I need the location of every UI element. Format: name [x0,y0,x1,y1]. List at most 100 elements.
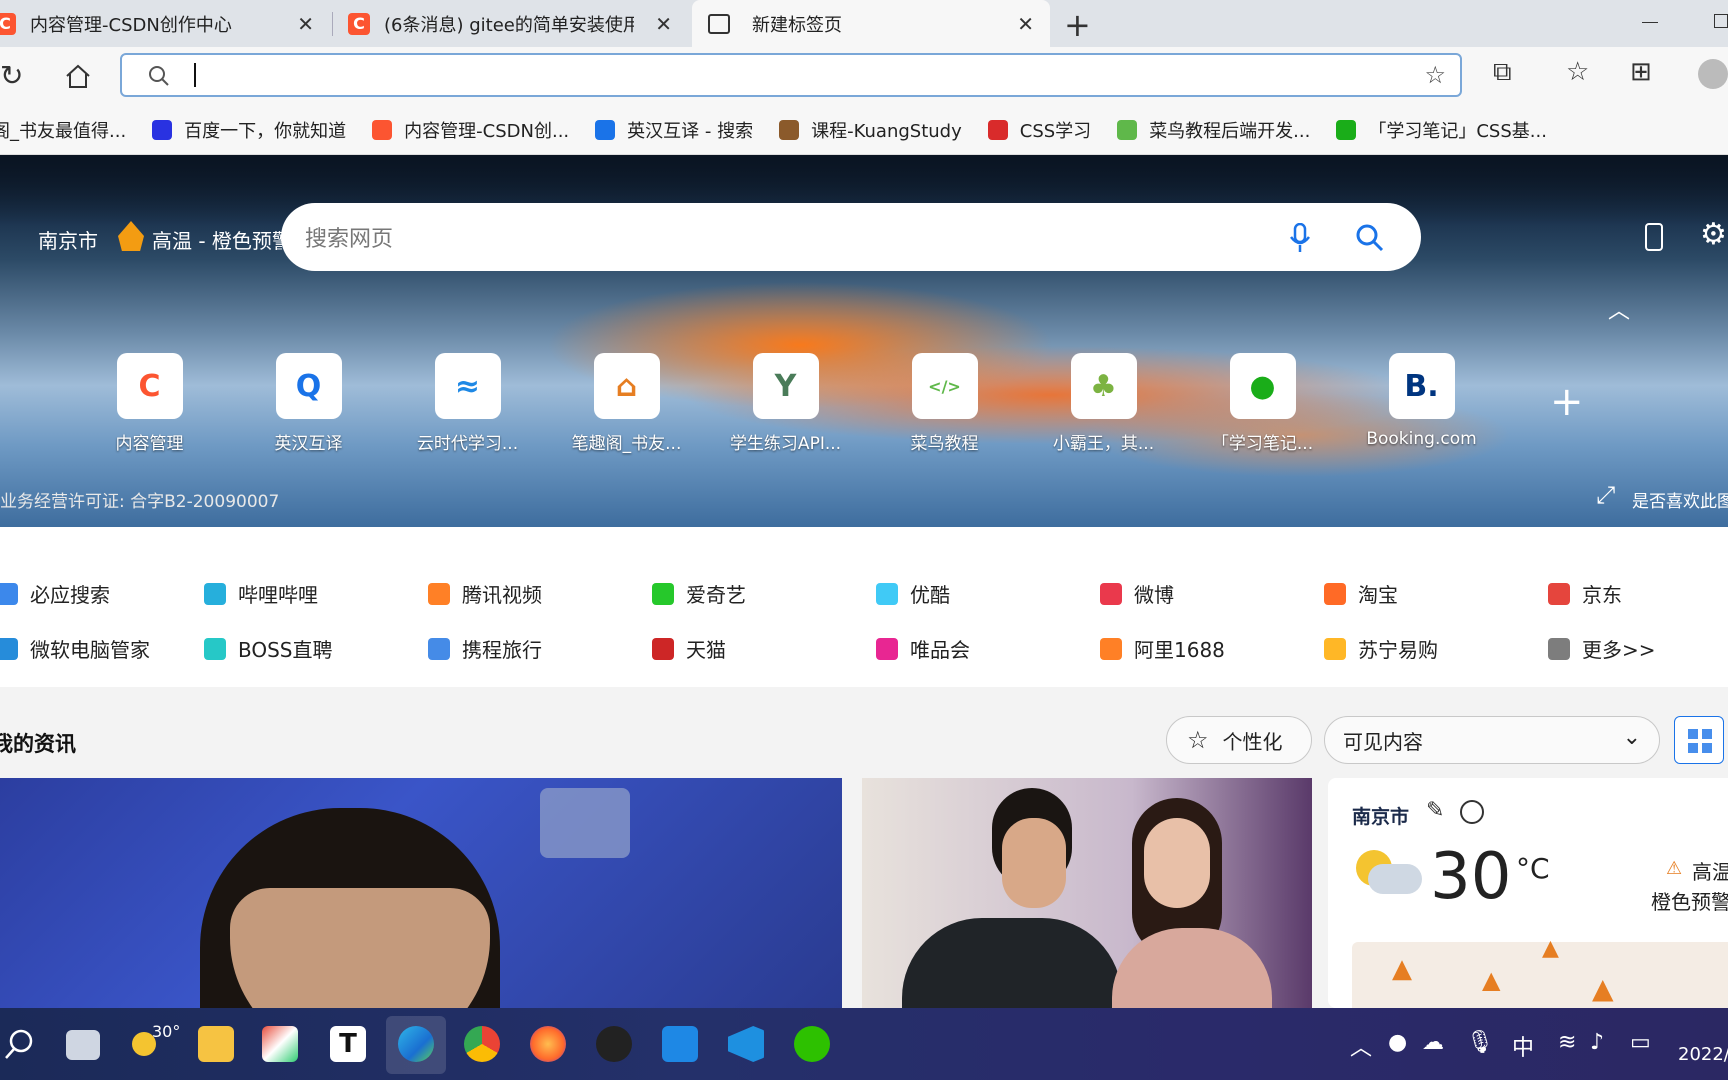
volume-icon[interactable]: ♪ [1590,1030,1604,1055]
tab-newtab[interactable]: 新建标签页 ✕ [692,0,1050,47]
wechat-icon[interactable] [794,1026,830,1062]
collections-icon[interactable]: ⊞ [1630,57,1652,87]
quick-link-tile[interactable]: ♣ 小霸王，其... [1024,353,1183,454]
site-link[interactable]: 哔哩哔哩 [204,579,428,608]
address-input[interactable] [194,63,196,87]
home-icon[interactable] [64,63,92,89]
typora-icon[interactable]: T [330,1026,366,1062]
close-icon[interactable]: ✕ [655,12,672,36]
firefox-icon[interactable] [530,1026,566,1062]
site-link-label: 必应搜索 [30,583,110,607]
phone-icon[interactable] [1645,223,1663,251]
chrome-icon[interactable] [464,1026,500,1062]
site-link-label: 更多>> [1582,638,1656,662]
site-link-label: 微软电脑管家 [30,638,150,662]
bookmark-item[interactable]: 百度一下，你就知道 [152,117,346,143]
bookmark-icon [1336,119,1357,140]
settings-icon[interactable]: ⚙ [1700,217,1727,252]
globe-icon[interactable] [1460,800,1484,824]
site-link[interactable]: 京东 [1548,579,1728,608]
feishu-icon[interactable] [662,1026,698,1062]
close-icon[interactable]: ✕ [1017,12,1034,36]
chevron-up-icon[interactable]: ︿ [1350,1030,1372,1062]
site-link[interactable]: 淘宝 [1324,579,1548,608]
site-link[interactable]: 携程旅行 [428,634,652,663]
grid-view-button[interactable] [1674,716,1724,764]
quick-link-tile[interactable]: Q 英汉互译 [229,353,388,454]
site-link[interactable]: 天猫 [652,634,876,663]
bookmark-item[interactable]: 菜鸟教程后端开发... [1117,117,1310,143]
weather-card[interactable]: 南京市 ✎ 30 °C ⚠ 高温 橙色预警 ▲ ▲ ▲ ▲ [1328,778,1728,1008]
tab-gitee[interactable]: C (6条消息) gitee的简单安装使用_ ✕ [348,0,688,47]
quick-link-tile[interactable]: ● 「学习笔记... [1183,353,1342,454]
bookmark-item[interactable]: 「学习笔记」CSS基... [1336,117,1547,143]
site-link[interactable]: 阿里1688 [1100,634,1324,663]
task-view-icon[interactable] [66,1030,100,1060]
refresh-icon[interactable]: ↻ [0,59,23,92]
tile-label: 云时代学习... [416,434,519,454]
bookmark-item[interactable]: 英汉互译 - 搜索 [595,117,753,143]
collapse-icon[interactable]: ︿ [1608,293,1630,325]
like-image-text[interactable]: 是否喜欢此图 [1632,487,1728,512]
site-link[interactable]: 腾讯视频 [428,579,652,608]
site-link[interactable]: 唯品会 [876,634,1100,663]
edit-icon[interactable]: ✎ [1426,798,1444,823]
quick-link-tile[interactable]: C 内容管理 [70,353,229,454]
quick-link-tile[interactable]: ≈ 云时代学习... [388,353,547,454]
weather-city[interactable]: 南京市 [38,225,98,254]
tab-csdn[interactable]: C 内容管理-CSDN创作中心 ✕ [0,0,330,47]
site-icon [428,582,450,605]
quick-link-tile[interactable]: B. Booking.com [1342,353,1501,454]
maximize-icon[interactable] [1714,14,1728,28]
quick-link-tile[interactable]: Y 学生练习API... [706,353,865,454]
date[interactable]: 2022/7 [1678,1044,1728,1065]
site-icon [876,582,898,605]
address-bar[interactable]: ☆ [120,53,1462,97]
bookmark-item[interactable]: 课程-KuangStudy [779,117,962,143]
site-link[interactable]: 微软电脑管家 [0,634,204,663]
personalize-button[interactable]: ☆ 个性化 [1166,716,1312,764]
add-tile-button[interactable]: + [1550,379,1584,425]
microphone-icon[interactable] [1289,223,1311,253]
wifi-icon[interactable]: ≋ [1558,1030,1576,1055]
news-card-image[interactable] [0,778,842,1008]
site-link[interactable]: 苏宁易购 [1324,634,1548,663]
edge-icon[interactable] [398,1026,434,1062]
add-favorite-icon[interactable]: ☆ [1424,61,1446,89]
temperature-unit: °C [1516,852,1550,885]
search-input[interactable]: 搜索网页 [305,221,393,253]
minimize-icon[interactable] [1642,22,1658,23]
search-icon[interactable] [1355,223,1385,253]
onedrive-icon[interactable]: ☁ [1422,1030,1444,1055]
bookmark-item[interactable]: 阁_书友最值得... [0,117,126,143]
quick-link-tile[interactable]: </> 菜鸟教程 [865,353,1024,454]
web-search[interactable]: 搜索网页 [281,203,1421,271]
file-explorer-icon[interactable] [198,1026,234,1062]
ime-indicator[interactable]: 中 [1512,1030,1534,1062]
microphone-icon[interactable]: 🎙 [1466,1030,1494,1055]
site-link[interactable]: BOSS直聘 [204,634,428,663]
battery-icon[interactable]: ▭ [1630,1030,1651,1055]
site-link[interactable]: 必应搜索 [0,579,204,608]
site-link[interactable]: 优酷 [876,579,1100,608]
site-link[interactable]: 更多>> [1548,634,1728,663]
news-card-image[interactable] [862,778,1312,1008]
favorites-icon[interactable]: ☆ [1566,57,1589,87]
qq-icon[interactable] [596,1026,632,1062]
expand-icon[interactable]: ⤢ [1596,481,1615,509]
bookmark-item[interactable]: CSS学习 [987,117,1091,143]
new-tab-button[interactable]: + [1064,6,1091,44]
visible-content-dropdown[interactable]: 可见内容 ⌄ [1324,716,1660,764]
app-icon[interactable] [262,1026,298,1062]
extensions-icon[interactable]: ⧉ [1493,57,1512,88]
site-link[interactable]: 爱奇艺 [652,579,876,608]
close-icon[interactable]: ✕ [297,12,314,36]
weather-map[interactable]: ▲ ▲ ▲ ▲ [1352,936,1728,1008]
avatar[interactable] [1698,59,1728,89]
weather-alert[interactable]: 高温 - 橙色预警 [152,225,282,254]
bookmark-item[interactable]: 内容管理-CSDN创... [372,117,569,143]
qq-tray-icon[interactable]: ● [1388,1030,1407,1055]
site-link[interactable]: 微博 [1100,579,1324,608]
quick-link-tile[interactable]: ⌂ 笔趣阁_书友... [547,353,706,454]
search-icon[interactable] [4,1028,36,1060]
